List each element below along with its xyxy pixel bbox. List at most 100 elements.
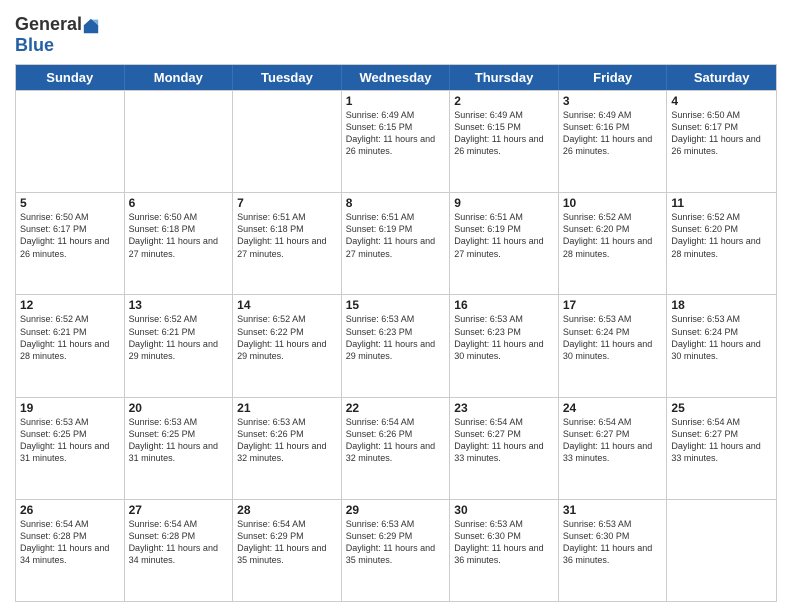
calendar-cell: 31Sunrise: 6:53 AM Sunset: 6:30 PM Dayli… <box>559 500 668 601</box>
day-info: Sunrise: 6:53 AM Sunset: 6:30 PM Dayligh… <box>563 518 663 567</box>
day-info: Sunrise: 6:54 AM Sunset: 6:28 PM Dayligh… <box>129 518 229 567</box>
calendar-cell: 1Sunrise: 6:49 AM Sunset: 6:15 PM Daylig… <box>342 91 451 192</box>
day-info: Sunrise: 6:54 AM Sunset: 6:28 PM Dayligh… <box>20 518 120 567</box>
calendar-cell <box>667 500 776 601</box>
header: GeneralBlue <box>15 10 777 56</box>
day-number: 26 <box>20 503 120 517</box>
day-info: Sunrise: 6:49 AM Sunset: 6:15 PM Dayligh… <box>346 109 446 158</box>
day-number: 3 <box>563 94 663 108</box>
day-number: 31 <box>563 503 663 517</box>
day-info: Sunrise: 6:52 AM Sunset: 6:21 PM Dayligh… <box>129 313 229 362</box>
day-info: Sunrise: 6:54 AM Sunset: 6:29 PM Dayligh… <box>237 518 337 567</box>
day-number: 30 <box>454 503 554 517</box>
logo: GeneralBlue <box>15 14 99 56</box>
calendar-cell: 14Sunrise: 6:52 AM Sunset: 6:22 PM Dayli… <box>233 295 342 396</box>
calendar-cell <box>16 91 125 192</box>
day-info: Sunrise: 6:52 AM Sunset: 6:20 PM Dayligh… <box>563 211 663 260</box>
calendar-row-3: 12Sunrise: 6:52 AM Sunset: 6:21 PM Dayli… <box>16 294 776 396</box>
calendar-row-4: 19Sunrise: 6:53 AM Sunset: 6:25 PM Dayli… <box>16 397 776 499</box>
day-number: 27 <box>129 503 229 517</box>
day-header-friday: Friday <box>559 65 668 90</box>
day-header-tuesday: Tuesday <box>233 65 342 90</box>
calendar-cell: 21Sunrise: 6:53 AM Sunset: 6:26 PM Dayli… <box>233 398 342 499</box>
day-number: 5 <box>20 196 120 210</box>
calendar-cell: 6Sunrise: 6:50 AM Sunset: 6:18 PM Daylig… <box>125 193 234 294</box>
calendar-cell: 19Sunrise: 6:53 AM Sunset: 6:25 PM Dayli… <box>16 398 125 499</box>
day-header-wednesday: Wednesday <box>342 65 451 90</box>
day-info: Sunrise: 6:52 AM Sunset: 6:22 PM Dayligh… <box>237 313 337 362</box>
day-info: Sunrise: 6:53 AM Sunset: 6:24 PM Dayligh… <box>563 313 663 362</box>
day-header-saturday: Saturday <box>667 65 776 90</box>
calendar-cell: 25Sunrise: 6:54 AM Sunset: 6:27 PM Dayli… <box>667 398 776 499</box>
day-info: Sunrise: 6:53 AM Sunset: 6:23 PM Dayligh… <box>454 313 554 362</box>
day-info: Sunrise: 6:53 AM Sunset: 6:24 PM Dayligh… <box>671 313 772 362</box>
day-number: 8 <box>346 196 446 210</box>
day-info: Sunrise: 6:53 AM Sunset: 6:26 PM Dayligh… <box>237 416 337 465</box>
calendar-cell: 4Sunrise: 6:50 AM Sunset: 6:17 PM Daylig… <box>667 91 776 192</box>
calendar-row-1: 1Sunrise: 6:49 AM Sunset: 6:15 PM Daylig… <box>16 90 776 192</box>
day-info: Sunrise: 6:50 AM Sunset: 6:17 PM Dayligh… <box>20 211 120 260</box>
day-header-thursday: Thursday <box>450 65 559 90</box>
calendar-cell: 20Sunrise: 6:53 AM Sunset: 6:25 PM Dayli… <box>125 398 234 499</box>
calendar: SundayMondayTuesdayWednesdayThursdayFrid… <box>15 64 777 602</box>
day-number: 12 <box>20 298 120 312</box>
calendar-cell: 16Sunrise: 6:53 AM Sunset: 6:23 PM Dayli… <box>450 295 559 396</box>
day-number: 14 <box>237 298 337 312</box>
day-info: Sunrise: 6:53 AM Sunset: 6:23 PM Dayligh… <box>346 313 446 362</box>
day-number: 16 <box>454 298 554 312</box>
day-info: Sunrise: 6:49 AM Sunset: 6:16 PM Dayligh… <box>563 109 663 158</box>
day-info: Sunrise: 6:53 AM Sunset: 6:25 PM Dayligh… <box>20 416 120 465</box>
calendar-cell: 23Sunrise: 6:54 AM Sunset: 6:27 PM Dayli… <box>450 398 559 499</box>
day-info: Sunrise: 6:54 AM Sunset: 6:27 PM Dayligh… <box>671 416 772 465</box>
day-info: Sunrise: 6:51 AM Sunset: 6:18 PM Dayligh… <box>237 211 337 260</box>
day-info: Sunrise: 6:51 AM Sunset: 6:19 PM Dayligh… <box>454 211 554 260</box>
calendar-row-2: 5Sunrise: 6:50 AM Sunset: 6:17 PM Daylig… <box>16 192 776 294</box>
calendar-cell: 9Sunrise: 6:51 AM Sunset: 6:19 PM Daylig… <box>450 193 559 294</box>
day-number: 19 <box>20 401 120 415</box>
logo-icon <box>83 18 99 34</box>
calendar-body: 1Sunrise: 6:49 AM Sunset: 6:15 PM Daylig… <box>16 90 776 601</box>
page: GeneralBlue SundayMondayTuesdayWednesday… <box>0 0 792 612</box>
day-info: Sunrise: 6:49 AM Sunset: 6:15 PM Dayligh… <box>454 109 554 158</box>
calendar-cell: 26Sunrise: 6:54 AM Sunset: 6:28 PM Dayli… <box>16 500 125 601</box>
day-number: 25 <box>671 401 772 415</box>
calendar-cell: 7Sunrise: 6:51 AM Sunset: 6:18 PM Daylig… <box>233 193 342 294</box>
day-number: 28 <box>237 503 337 517</box>
calendar-cell: 18Sunrise: 6:53 AM Sunset: 6:24 PM Dayli… <box>667 295 776 396</box>
day-number: 18 <box>671 298 772 312</box>
calendar-row-5: 26Sunrise: 6:54 AM Sunset: 6:28 PM Dayli… <box>16 499 776 601</box>
calendar-cell: 11Sunrise: 6:52 AM Sunset: 6:20 PM Dayli… <box>667 193 776 294</box>
calendar-cell: 12Sunrise: 6:52 AM Sunset: 6:21 PM Dayli… <box>16 295 125 396</box>
calendar-cell: 13Sunrise: 6:52 AM Sunset: 6:21 PM Dayli… <box>125 295 234 396</box>
day-number: 7 <box>237 196 337 210</box>
calendar-cell <box>125 91 234 192</box>
calendar-header: SundayMondayTuesdayWednesdayThursdayFrid… <box>16 65 776 90</box>
calendar-cell: 17Sunrise: 6:53 AM Sunset: 6:24 PM Dayli… <box>559 295 668 396</box>
calendar-cell: 27Sunrise: 6:54 AM Sunset: 6:28 PM Dayli… <box>125 500 234 601</box>
day-number: 21 <box>237 401 337 415</box>
calendar-cell: 2Sunrise: 6:49 AM Sunset: 6:15 PM Daylig… <box>450 91 559 192</box>
day-info: Sunrise: 6:53 AM Sunset: 6:29 PM Dayligh… <box>346 518 446 567</box>
calendar-cell <box>233 91 342 192</box>
calendar-cell: 5Sunrise: 6:50 AM Sunset: 6:17 PM Daylig… <box>16 193 125 294</box>
day-number: 29 <box>346 503 446 517</box>
day-number: 1 <box>346 94 446 108</box>
calendar-cell: 10Sunrise: 6:52 AM Sunset: 6:20 PM Dayli… <box>559 193 668 294</box>
calendar-cell: 8Sunrise: 6:51 AM Sunset: 6:19 PM Daylig… <box>342 193 451 294</box>
day-number: 22 <box>346 401 446 415</box>
day-number: 2 <box>454 94 554 108</box>
day-number: 11 <box>671 196 772 210</box>
day-info: Sunrise: 6:54 AM Sunset: 6:27 PM Dayligh… <box>454 416 554 465</box>
day-number: 15 <box>346 298 446 312</box>
day-info: Sunrise: 6:52 AM Sunset: 6:21 PM Dayligh… <box>20 313 120 362</box>
calendar-cell: 3Sunrise: 6:49 AM Sunset: 6:16 PM Daylig… <box>559 91 668 192</box>
day-number: 24 <box>563 401 663 415</box>
day-number: 17 <box>563 298 663 312</box>
day-number: 13 <box>129 298 229 312</box>
calendar-cell: 22Sunrise: 6:54 AM Sunset: 6:26 PM Dayli… <box>342 398 451 499</box>
calendar-cell: 29Sunrise: 6:53 AM Sunset: 6:29 PM Dayli… <box>342 500 451 601</box>
day-info: Sunrise: 6:50 AM Sunset: 6:17 PM Dayligh… <box>671 109 772 158</box>
day-info: Sunrise: 6:52 AM Sunset: 6:20 PM Dayligh… <box>671 211 772 260</box>
calendar-cell: 28Sunrise: 6:54 AM Sunset: 6:29 PM Dayli… <box>233 500 342 601</box>
calendar-cell: 30Sunrise: 6:53 AM Sunset: 6:30 PM Dayli… <box>450 500 559 601</box>
